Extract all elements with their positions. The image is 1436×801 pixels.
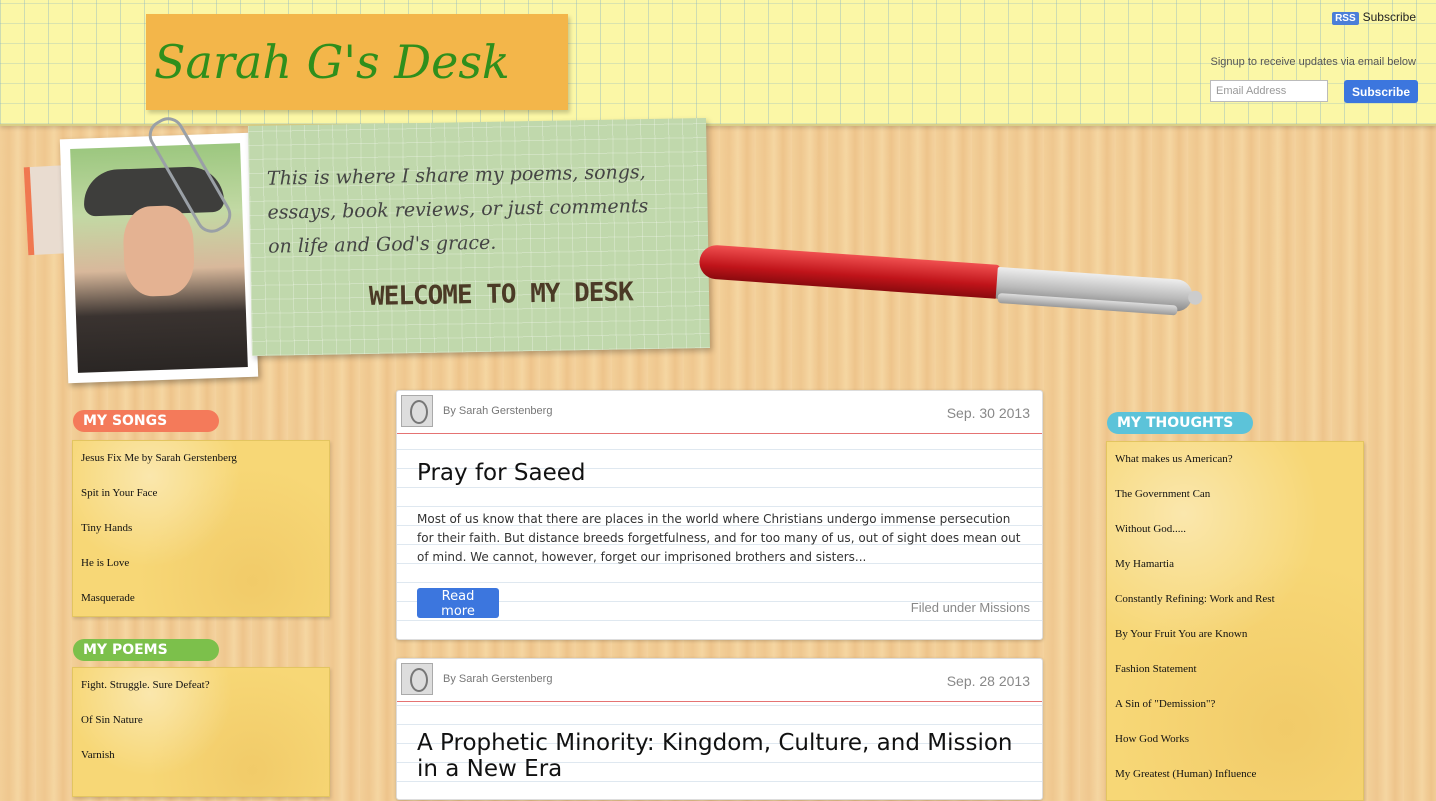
face-shape — [122, 204, 196, 298]
poems-list: Fight. Struggle. Sure Defeat? Of Sin Nat… — [81, 674, 321, 779]
pen-button — [1187, 290, 1203, 306]
list-item[interactable]: What makes us American? — [1115, 448, 1355, 483]
list-item[interactable]: Fight. Struggle. Sure Defeat? — [81, 674, 321, 709]
thoughts-widget: What makes us American? The Government C… — [1106, 441, 1364, 801]
site-header: Sarah G's Desk RSS Subscribe Signup to re… — [0, 0, 1436, 126]
thought-link[interactable]: A Sin of "Demission"? — [1115, 698, 1215, 710]
post-author: By Sarah Gerstenberg — [443, 673, 553, 685]
thought-link[interactable]: By Your Fruit You are Known — [1115, 628, 1247, 640]
song-link[interactable]: Masquerade — [81, 592, 135, 604]
song-link[interactable]: Spit in Your Face — [81, 487, 157, 499]
post-author: By Sarah Gerstenberg — [443, 405, 553, 417]
post-header: By Sarah Gerstenberg Sep. 28 2013 — [397, 659, 1042, 702]
list-item[interactable]: Spit in Your Face — [81, 482, 321, 517]
thought-link[interactable]: How God Works — [1115, 733, 1189, 745]
songs-list: Jesus Fix Me by Sarah Gerstenberg Spit i… — [81, 447, 321, 622]
thought-link[interactable]: My Hamartia — [1115, 558, 1174, 570]
banner-welcome: WELCOME TO MY DESK — [368, 277, 634, 312]
post-card: By Sarah Gerstenberg Sep. 28 2013 A Prop… — [396, 658, 1043, 800]
list-item[interactable]: Masquerade — [81, 587, 321, 622]
email-field[interactable] — [1210, 80, 1328, 102]
post-date: Sep. 28 2013 — [946, 673, 1030, 689]
post-category[interactable]: Filed under Missions — [911, 600, 1030, 615]
list-item[interactable]: He is Love — [81, 552, 321, 587]
poems-widget-title: MY POEMS — [73, 639, 219, 661]
pen-icon — [696, 234, 1216, 350]
author-photo — [59, 132, 259, 384]
rss-subscribe-label: Subscribe — [1362, 10, 1416, 24]
author-photo-image — [70, 143, 248, 373]
banner-tagline: This is where I share my poems, songs, e… — [266, 161, 649, 258]
thought-link[interactable]: What makes us American? — [1115, 453, 1233, 465]
signup-text: Signup to receive updates via email belo… — [1210, 56, 1416, 68]
site-title[interactable]: Sarah G's Desk — [146, 14, 568, 110]
songs-widget-title: MY SONGS — [73, 410, 219, 432]
list-item[interactable]: A Sin of "Demission"? — [1115, 693, 1355, 728]
thought-link[interactable]: Without God..... — [1115, 523, 1186, 535]
post-title[interactable]: Pray for Saeed — [417, 460, 585, 486]
poem-link[interactable]: Of Sin Nature — [81, 714, 143, 726]
post-body: A Prophetic Minority: Kingdom, Culture, … — [397, 702, 1042, 799]
post-date: Sep. 30 2013 — [946, 405, 1030, 421]
avatar — [401, 395, 433, 427]
thoughts-list: What makes us American? The Government C… — [1115, 448, 1355, 798]
list-item[interactable]: Tiny Hands — [81, 517, 321, 552]
post-header: By Sarah Gerstenberg Sep. 30 2013 — [397, 391, 1042, 434]
thought-link[interactable]: My Greatest (Human) Influence — [1115, 768, 1256, 780]
subscribe-button[interactable]: Subscribe — [1344, 80, 1418, 103]
list-item[interactable]: How God Works — [1115, 728, 1355, 763]
post-body: Pray for Saeed Most of us know that ther… — [397, 434, 1042, 639]
post-excerpt: Most of us know that there are places in… — [417, 512, 1021, 564]
thoughts-widget-title: MY THOUGHTS — [1107, 412, 1253, 434]
list-item[interactable]: Without God..... — [1115, 518, 1355, 553]
post-card: By Sarah Gerstenberg Sep. 30 2013 Pray f… — [396, 390, 1043, 640]
poem-link[interactable]: Fight. Struggle. Sure Defeat? — [81, 679, 210, 691]
song-link[interactable]: Jesus Fix Me by Sarah Gerstenberg — [81, 452, 237, 464]
read-more-button[interactable]: Read more — [417, 588, 499, 619]
thought-link[interactable]: Constantly Refining: Work and Rest — [1115, 593, 1275, 605]
list-item[interactable]: Fashion Statement — [1115, 658, 1355, 693]
thought-link[interactable]: The Government Can — [1115, 488, 1210, 500]
rss-subscribe-link[interactable]: RSS Subscribe — [1332, 10, 1416, 25]
list-item[interactable]: Of Sin Nature — [81, 709, 321, 744]
thought-link[interactable]: Fashion Statement — [1115, 663, 1197, 675]
songs-widget: Jesus Fix Me by Sarah Gerstenberg Spit i… — [72, 440, 330, 617]
poem-link[interactable]: Varnish — [81, 749, 115, 761]
post-title[interactable]: A Prophetic Minority: Kingdom, Culture, … — [417, 730, 1017, 782]
poems-widget: Fight. Struggle. Sure Defeat? Of Sin Nat… — [72, 667, 330, 797]
list-item[interactable]: By Your Fruit You are Known — [1115, 623, 1355, 658]
banner-note: This is where I share my poems, songs, e… — [248, 118, 710, 356]
song-link[interactable]: He is Love — [81, 557, 129, 569]
avatar — [401, 663, 433, 695]
song-link[interactable]: Tiny Hands — [81, 522, 132, 534]
pen-barrel — [698, 244, 1000, 299]
list-item[interactable]: Jesus Fix Me by Sarah Gerstenberg — [81, 447, 321, 482]
rss-icon: RSS — [1332, 12, 1359, 25]
list-item[interactable]: My Greatest (Human) Influence — [1115, 763, 1355, 798]
list-item[interactable]: Varnish — [81, 744, 321, 779]
list-item[interactable]: The Government Can — [1115, 483, 1355, 518]
list-item[interactable]: My Hamartia — [1115, 553, 1355, 588]
list-item[interactable]: Constantly Refining: Work and Rest — [1115, 588, 1355, 623]
